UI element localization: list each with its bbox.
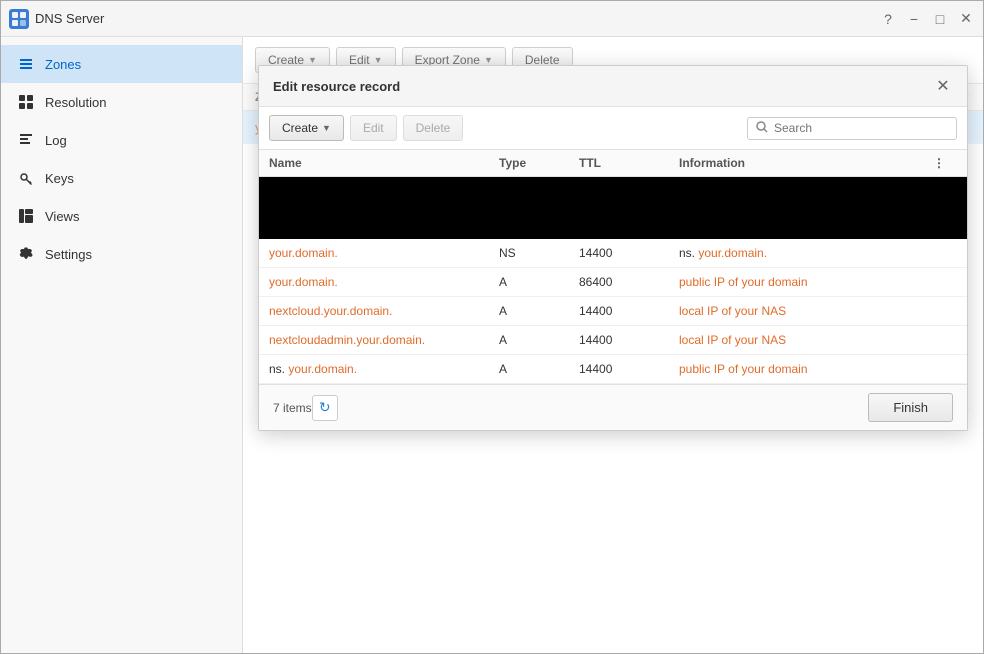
sidebar-item-zones[interactable]: Zones [1, 45, 242, 83]
modal-row-name-2: nextcloud.your.domain. [269, 304, 499, 318]
modal-row-ttl-2: 14400 [579, 304, 679, 318]
resolution-icon [17, 93, 35, 111]
modal-footer: 7 items ↻ Finish [259, 384, 967, 430]
sidebar-item-log[interactable]: Log [1, 121, 242, 159]
main-layout: Zones Resolution [1, 37, 983, 653]
modal-row-info-0: ns. your.domain. [679, 246, 933, 260]
modal-row-name-4: ns. your.domain. [269, 362, 499, 376]
modal-create-button[interactable]: Create ▼ [269, 115, 344, 141]
sidebar-item-keys[interactable]: Keys [1, 159, 242, 197]
modal-row-name-0: your.domain. [269, 246, 499, 260]
modal-create-arrow: ▼ [322, 123, 331, 133]
minimize-button[interactable]: − [905, 10, 923, 28]
content-area: Create ▼ Edit ▼ Export Zone ▼ Delete [243, 37, 983, 653]
keys-icon [17, 169, 35, 187]
modal-edit-button[interactable]: Edit [350, 115, 397, 141]
sidebar-item-resolution[interactable]: Resolution [1, 83, 242, 121]
modal-row-ttl-1: 86400 [579, 275, 679, 289]
modal-title: Edit resource record [273, 79, 400, 94]
sidebar-item-settings[interactable]: Settings [1, 235, 242, 273]
log-icon [17, 131, 35, 149]
modal-row-info-2: local IP of your NAS [679, 304, 933, 318]
modal-row-type-3: A [499, 333, 579, 347]
modal-toolbar: Create ▼ Edit Delete [259, 107, 967, 150]
settings-icon [17, 245, 35, 263]
app-icon [9, 9, 29, 29]
modal-table-row[interactable]: ns. your.domain. A 14400 public IP of yo… [259, 355, 967, 384]
modal-row-type-0: NS [499, 246, 579, 260]
sidebar-item-views[interactable]: Views [1, 197, 242, 235]
modal-row-name-1: your.domain. [269, 275, 499, 289]
modal-table-row[interactable]: nextcloudadmin.your.domain. A 14400 loca… [259, 326, 967, 355]
search-input[interactable] [774, 121, 948, 135]
edit-resource-record-modal: Edit resource record ✕ Create ▼ Edit [258, 65, 968, 431]
modal-row-ttl-0: 14400 [579, 246, 679, 260]
modal-edit-label: Edit [363, 121, 384, 135]
sidebar: Zones Resolution [1, 37, 243, 653]
modal-row-type-2: A [499, 304, 579, 318]
modal-overlay: Edit resource record ✕ Create ▼ Edit [243, 37, 983, 653]
close-button[interactable]: ✕ [957, 10, 975, 28]
modal-col-info: Information [679, 156, 933, 170]
modal-header: Edit resource record ✕ [259, 66, 967, 107]
modal-col-name: Name [269, 156, 499, 170]
sidebar-item-settings-label: Settings [45, 247, 92, 262]
sidebar-item-log-label: Log [45, 133, 67, 148]
finish-button[interactable]: Finish [868, 393, 953, 422]
sidebar-item-keys-label: Keys [45, 171, 74, 186]
maximize-button[interactable]: □ [931, 10, 949, 28]
modal-row-info-4: public IP of your domain [679, 362, 933, 376]
modal-row-type-4: A [499, 362, 579, 376]
sidebar-item-resolution-label: Resolution [45, 95, 106, 110]
modal-table-row[interactable]: nextcloud.your.domain. A 14400 local IP … [259, 297, 967, 326]
modal-close-button[interactable]: ✕ [933, 76, 953, 96]
modal-delete-label: Delete [416, 121, 451, 135]
help-button[interactable]: ? [879, 10, 897, 28]
views-icon [17, 207, 35, 225]
search-box [747, 117, 957, 140]
modal-row-info-1: public IP of your domain [679, 275, 933, 289]
modal-create-label: Create [282, 121, 318, 135]
zones-icon [17, 55, 35, 73]
modal-col-ttl: TTL [579, 156, 679, 170]
title-bar-controls: ? − □ ✕ [879, 10, 975, 28]
modal-row-ttl-3: 14400 [579, 333, 679, 347]
refresh-button[interactable]: ↻ [312, 395, 338, 421]
app-window: DNS Server ? − □ ✕ Zones [0, 0, 984, 654]
modal-table-row[interactable]: your.domain. NS 14400 ns. your.domain. [259, 239, 967, 268]
window-title: DNS Server [35, 11, 104, 26]
modal-col-more: ⋮ [933, 156, 957, 170]
title-bar-left: DNS Server [9, 9, 104, 29]
modal-table-header: Name Type TTL Information ⋮ [259, 150, 967, 177]
sidebar-item-zones-label: Zones [45, 57, 81, 72]
redacted-row [259, 177, 967, 239]
modal-row-name-3: nextcloudadmin.your.domain. [269, 333, 499, 347]
sidebar-item-views-label: Views [45, 209, 79, 224]
search-icon [756, 121, 768, 136]
modal-table-row[interactable]: your.domain. A 86400 public IP of your d… [259, 268, 967, 297]
title-bar: DNS Server ? − □ ✕ [1, 1, 983, 37]
modal-delete-button[interactable]: Delete [403, 115, 464, 141]
modal-row-type-1: A [499, 275, 579, 289]
items-count: 7 items [273, 401, 312, 415]
modal-row-ttl-4: 14400 [579, 362, 679, 376]
modal-body: your.domain. NS 14400 ns. your.domain. y… [259, 177, 967, 384]
modal-row-info-3: local IP of your NAS [679, 333, 933, 347]
modal-col-type: Type [499, 156, 579, 170]
